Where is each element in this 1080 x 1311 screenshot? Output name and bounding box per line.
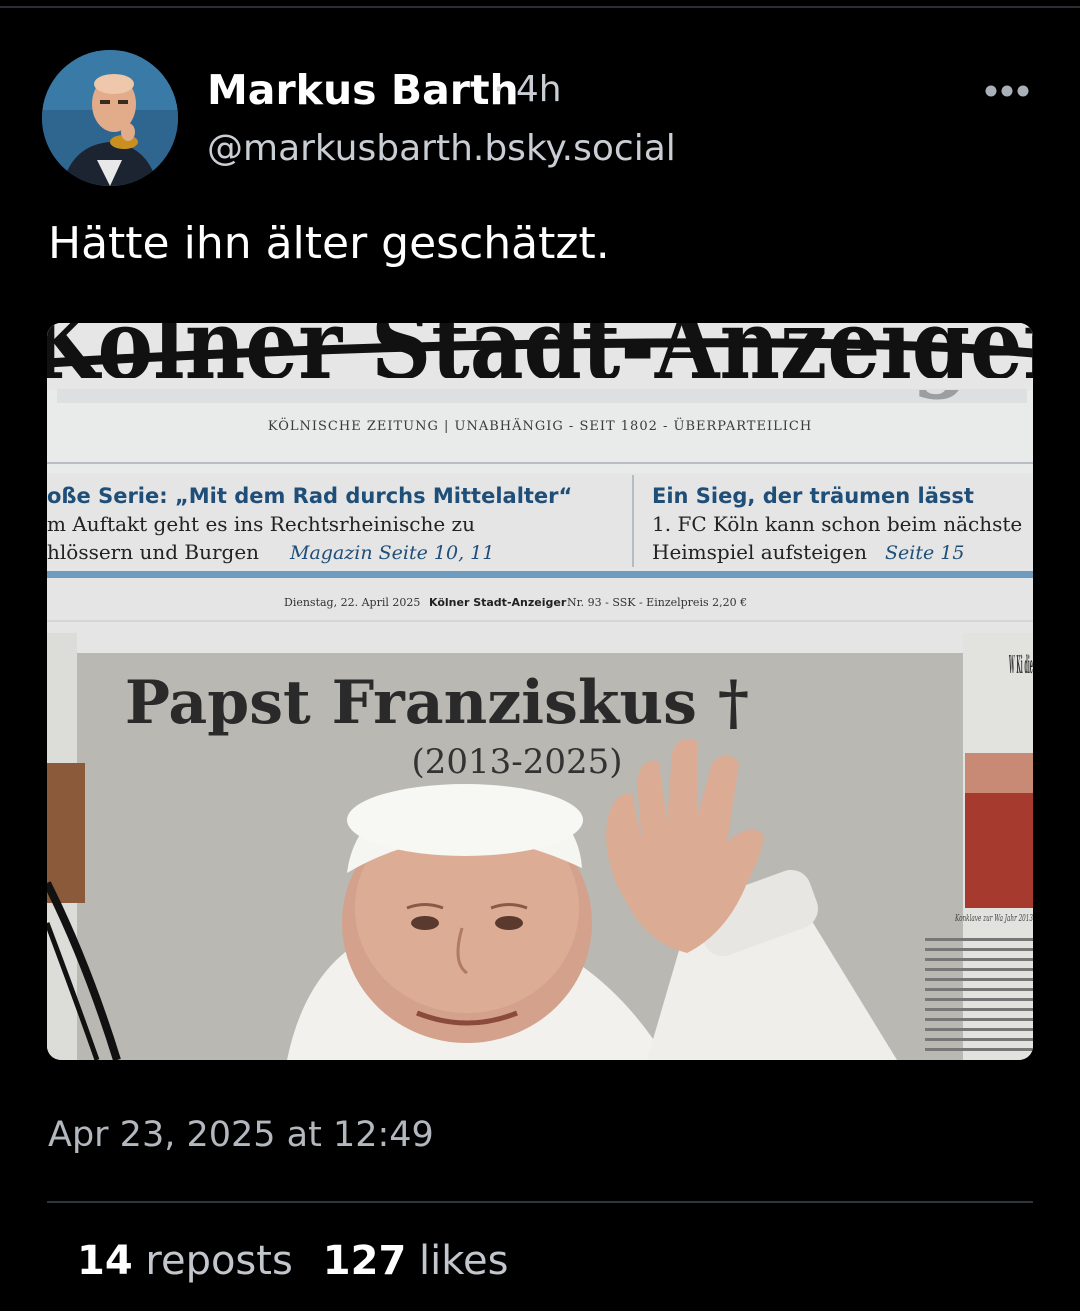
reposts-count: 14 xyxy=(77,1238,133,1284)
teaser-left-ref: Magazin Seite 10, 11 xyxy=(289,542,494,564)
author-name[interactable]: Markus Barth xyxy=(207,66,519,114)
avatar[interactable] xyxy=(42,50,178,186)
post-time-ago: · 4h xyxy=(493,69,562,110)
top-divider xyxy=(0,6,1080,8)
reposts-label: reposts xyxy=(145,1238,293,1284)
teaser-left-line1: m Auftakt geht es ins Rechtsrheinische z… xyxy=(47,512,475,536)
likes-link[interactable]: 127 likes xyxy=(323,1238,509,1284)
teaser-left-head: oße Serie: „Mit dem Rad durchs Mittelalt… xyxy=(47,484,572,508)
teaser-right-line1: 1. FC Köln kann schon beim nächste xyxy=(652,512,1022,536)
side-head: W Ki die xyxy=(1009,650,1033,679)
post-image[interactable]: Kölner Stadt-Anzeiger KÖLNISCHE ZEITUNG … xyxy=(47,323,1033,1060)
stats-divider xyxy=(47,1201,1033,1203)
subheadline: (2013-2025) xyxy=(411,742,622,782)
likes-count: 127 xyxy=(322,1238,407,1284)
post-timestamp: Apr 23, 2025 at 12:49 xyxy=(48,1115,434,1155)
teaser-right-line2: Heimspiel aufsteigen xyxy=(652,540,867,564)
teaser-right-ref: Seite 15 xyxy=(885,542,964,564)
author-handle[interactable]: @markusbarth.bsky.social xyxy=(207,128,676,169)
teaser-left-line2: hlössern und Burgen xyxy=(47,540,259,564)
avatar-photo xyxy=(42,50,178,186)
post-text: Hätte ihn älter geschätzt. xyxy=(48,218,610,269)
dateline-info: Nr. 93 - SSK - Einzelpreis 2,20 € xyxy=(567,596,747,609)
teaser-right-head: Ein Sieg, der träumen lässt xyxy=(652,484,974,508)
masthead-motto: KÖLNISCHE ZEITUNG | UNABHÄNGIG - SEIT 18… xyxy=(268,417,812,434)
dateline-date: Dienstag, 22. April 2025 xyxy=(284,596,420,609)
engagement-stats: 14 reposts 127 likes xyxy=(77,1238,508,1284)
ellipsis-icon[interactable] xyxy=(976,70,1036,110)
likes-label: likes xyxy=(419,1238,509,1284)
dateline-paper: Kölner Stadt-Anzeiger xyxy=(429,596,567,609)
headline: Papst Franziskus † xyxy=(125,668,749,738)
newspaper-photo: Kölner Stadt-Anzeiger KÖLNISCHE ZEITUNG … xyxy=(47,323,1033,1060)
reposts-link[interactable]: 14 reposts xyxy=(77,1238,293,1284)
side-caption: Konklave zur Wa Jahr 2013 xyxy=(954,914,1033,924)
more-options-dots xyxy=(985,85,1029,97)
